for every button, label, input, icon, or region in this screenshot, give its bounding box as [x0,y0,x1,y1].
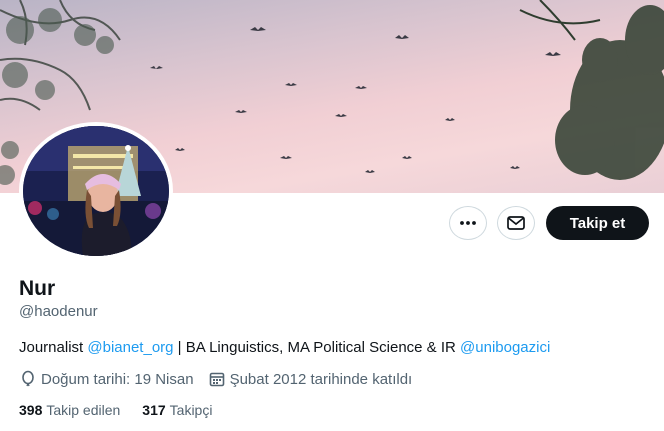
avatar[interactable] [23,126,169,256]
calendar-icon [209,372,224,387]
envelope-icon [507,216,525,230]
followers-label: Takipçi [169,402,213,418]
birthday-item: Doğum tarihi: 19 Nisan [19,370,194,388]
birthday-text: Doğum tarihi: 19 Nisan [41,370,194,388]
bio-mention-bianet[interactable]: @bianet_org [87,339,173,356]
following-label: Takip edilen [46,402,121,418]
profile-stats: 398 Takip edilen 317 Takipçi [19,402,234,418]
following-link[interactable]: 398 Takip edilen [19,402,120,418]
more-horizontal-icon [460,221,476,225]
profile-meta: Doğum tarihi: 19 Nisan Şubat 2012 tarihi… [19,370,426,388]
profile-handle: @haodenur [19,303,98,320]
bio-text-middle: | BA Linguistics, MA Political Science &… [173,339,461,356]
profile-name: Nur [19,277,56,300]
joined-item: Şubat 2012 tarihinde katıldı [208,370,413,388]
balloon-icon [22,370,34,387]
more-button[interactable] [449,206,487,240]
following-count: 398 [19,402,43,418]
avatar-image [23,126,169,256]
bio-mention-unibogazici[interactable]: @unibogazici [460,339,550,356]
follow-button[interactable]: Takip et [546,206,649,240]
followers-link[interactable]: 317 Takipçi [142,402,212,418]
followers-count: 317 [142,402,166,418]
message-button[interactable] [497,206,535,240]
bio-text-prefix: Journalist [19,339,88,356]
profile-bio: Journalist @bianet_org | BA Linguistics,… [19,339,550,356]
joined-text: Şubat 2012 tarihinde katıldı [229,370,413,388]
